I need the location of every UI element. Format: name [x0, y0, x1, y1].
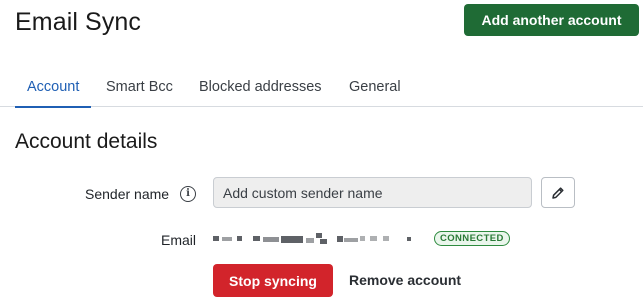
connected-status-badge: CONNECTED [434, 231, 510, 246]
pencil-icon [552, 186, 564, 199]
section-title: Account details [15, 130, 158, 153]
remove-account-button[interactable]: Remove account [349, 272, 461, 288]
tab-smart-bcc[interactable]: Smart Bcc [106, 72, 173, 107]
tab-general[interactable]: General [349, 72, 401, 107]
tab-blocked-addresses[interactable]: Blocked addresses [199, 72, 322, 107]
info-icon[interactable]: i [180, 186, 196, 202]
redacted-email [213, 232, 423, 246]
email-label: Email [161, 232, 197, 248]
add-account-button[interactable]: Add another account [464, 4, 639, 36]
page-title: Email Sync [15, 8, 142, 36]
sender-name-label: Sender name [85, 186, 170, 202]
stop-syncing-button[interactable]: Stop syncing [213, 264, 333, 297]
edit-sender-name-button[interactable] [541, 177, 575, 208]
tab-bar: Account Smart Bcc Blocked addresses Gene… [0, 72, 643, 108]
sender-name-input[interactable] [213, 177, 532, 208]
tab-account[interactable]: Account [14, 72, 92, 108]
